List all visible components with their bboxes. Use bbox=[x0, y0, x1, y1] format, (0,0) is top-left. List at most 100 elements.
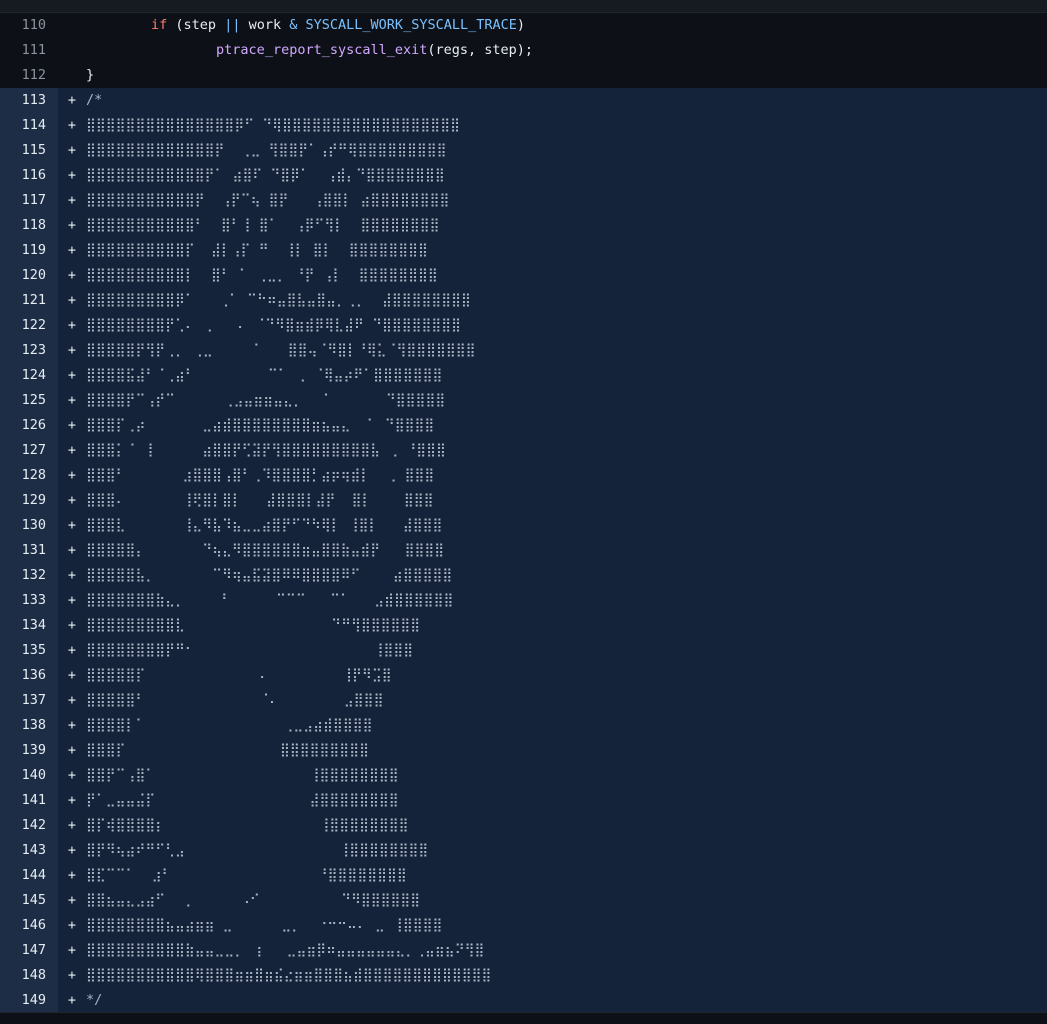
line-number[interactable]: 112 bbox=[0, 63, 58, 88]
added-line-146: 146 + ⣿⣿⣿⣿⣿⣿⣿⣿⣦⣤⣴⣶⣶ ⣀ ⣀⡀ ⠐⠒⠒⠤⠄ ⣀ ⢸⣿⣿⣿⣿ bbox=[0, 913, 1047, 938]
line-number[interactable]: 142 bbox=[0, 813, 58, 838]
added-line-143: 143 + ⣿⡟⠻⢦⣴⠞⠛⠋⢃⣠ ⢸⣿⣿⣿⣿⣿⣿⣿⣿ bbox=[0, 838, 1047, 863]
code-content: ⣿⣿⣦⣤⣄⣠⣴⠋ ⢀ ⠠⠊ ⠙⠻⣿⣿⣿⣿⣿⣿ bbox=[86, 888, 1047, 913]
line-number[interactable]: 131 bbox=[0, 538, 58, 563]
line-number[interactable]: 143 bbox=[0, 838, 58, 863]
line-number[interactable]: 114 bbox=[0, 113, 58, 138]
added-line-123: 123 + ⣿⣿⣿⣿⣿⡟⢻⡟⢀⡀ ⢀⣀ ⠁ ⣿⣿⢤⠈⠻⣿⡇⠘⢿⣅⠈⢻⣿⣿⣿⣿⣿⣿⣿ bbox=[0, 338, 1047, 363]
code-content: ⣿⣿⣿⣿⣿⣿⣿⣿⣿⣿⣿⣿⣿⡟ ⢀⣀ ⢻⣿⣿⡟⠁⢠⡞⠛⢿⣿⣿⣿⣿⣿⣿⣿⣿⣿ bbox=[86, 138, 1047, 163]
added-line-126: 126 + ⣿⣿⣿⡏⢀⡴ ⣀⣴⣾⣿⣿⣿⣿⣿⣿⣿⣿⣶⣦⣤⣄ ⠁ ⠙⣿⣿⣿⣿ bbox=[0, 413, 1047, 438]
code-content: ⣿⣿⣿⣿⣿⣿⣿⣿⣿⣿⣿⣿⣿⣿⣿⡿⠋ ⠙⢿⣿⣿⣿⣿⣿⣿⣿⣿⣿⣿⣿⣿⣿⣿⣿⣿⣿⣿ bbox=[86, 113, 1047, 138]
line-number[interactable]: 144 bbox=[0, 863, 58, 888]
diff-added-marker: + bbox=[58, 613, 86, 638]
added-line-134: 134 + ⣿⣿⣿⣿⣿⣿⣿⣿⣿⣇ ⠙⠛⢻⣿⣿⣿⣿⣿⣿ bbox=[0, 613, 1047, 638]
code-content: ⣿⣿⣿⣇ ⢸⣄⠻⣧⠹⣦⣀⣀⣴⣿⡟⠋⠙⠳⢿⡇ ⢸⣿⡇ ⣼⣿⣿⣿ bbox=[86, 513, 1047, 538]
added-line-115: 115 + ⣿⣿⣿⣿⣿⣿⣿⣿⣿⣿⣿⣿⣿⡟ ⢀⣀ ⢻⣿⣿⡟⠁⢠⡞⠛⢿⣿⣿⣿⣿⣿⣿⣿⣿⣿ bbox=[0, 138, 1047, 163]
added-line-116: 116 + ⣿⣿⣿⣿⣿⣿⣿⣿⣿⣿⣿⣿⡟⠁ ⣴⣿⠏ ⠙⣿⡿⠁ ⢠⣾⡄⠙⣿⣿⣿⣿⣿⣿⣿⣿ bbox=[0, 163, 1047, 188]
line-number[interactable]: 132 bbox=[0, 563, 58, 588]
line-number[interactable]: 146 bbox=[0, 913, 58, 938]
added-line-149: 149 + */ bbox=[0, 988, 1047, 1013]
added-line-132: 132 + ⣿⣿⣿⣿⣿⣧⡀ ⠉⠻⢶⣤⣯⣽⣿⠿⠿⣿⣿⣿⣿⠿⠋ ⣴⣿⣿⣿⣿⣿ bbox=[0, 563, 1047, 588]
line-number[interactable]: 120 bbox=[0, 263, 58, 288]
line-number[interactable]: 116 bbox=[0, 163, 58, 188]
added-line-130: 130 + ⣿⣿⣿⣇ ⢸⣄⠻⣧⠹⣦⣀⣀⣴⣿⡟⠋⠙⠳⢿⡇ ⢸⣿⡇ ⣼⣿⣿⣿ bbox=[0, 513, 1047, 538]
operator-or: || bbox=[224, 17, 241, 33]
line-number[interactable]: 129 bbox=[0, 488, 58, 513]
line-number[interactable]: 133 bbox=[0, 588, 58, 613]
line-number[interactable]: 134 bbox=[0, 613, 58, 638]
line-number[interactable]: 118 bbox=[0, 213, 58, 238]
code-content: ⣿⡏⢾⣿⣿⣿⣿⡆ ⢸⣿⣿⣿⣿⣿⣿⣿⣿ bbox=[86, 813, 1047, 838]
added-line-139: 139 + ⣿⣿⣿⡏ ⣿⣿⣿⣿⣿⣿⣿⣿⣿ bbox=[0, 738, 1047, 763]
added-line-122: 122 + ⣿⣿⣿⣿⣿⣿⣿⣿⡟⢁⠄ ⢀ ⠄ ⠈⠙⠻⣿⣶⣾⡿⢿⣇⣼⠟ ⠙⣿⣿⣿⣿⣿⣿⣿… bbox=[0, 313, 1047, 338]
line-number[interactable]: 137 bbox=[0, 688, 58, 713]
diff-added-marker: + bbox=[58, 163, 86, 188]
line-number[interactable]: 130 bbox=[0, 513, 58, 538]
code-content: ⣿⣿⣿⣿⣯⣼⠃⠈⢀⣴⠃ ⠉⠁ ⢀ ⠈⢿⣤⡴⠟⠁⣿⣿⣿⣿⣿⣿⣿ bbox=[86, 363, 1047, 388]
diff-added-marker: + bbox=[58, 913, 86, 938]
added-line-118: 118 + ⣿⣿⣿⣿⣿⣿⣿⣿⣿⣿⣿⠃ ⣿⠃⢸ ⣿⠁ ⢠⡿⠋⢻⡇ ⣿⣿⣿⣿⣿⣿⣿⣿ bbox=[0, 213, 1047, 238]
line-number[interactable]: 147 bbox=[0, 938, 58, 963]
added-line-113: 113 +/* bbox=[0, 88, 1047, 113]
line-number[interactable]: 136 bbox=[0, 663, 58, 688]
diff-added-marker: + bbox=[58, 113, 86, 138]
code-content: ⣿⣿⣿⣿⣿⠃ ⠈⠄ ⣠⣿⣿⣿ bbox=[86, 688, 1047, 713]
line-number[interactable]: 135 bbox=[0, 638, 58, 663]
diff-added-marker: + bbox=[58, 588, 86, 613]
diff-added-marker: + bbox=[58, 288, 86, 313]
line-number[interactable]: 124 bbox=[0, 363, 58, 388]
added-line-145: 145 + ⣿⣿⣦⣤⣄⣠⣴⠋ ⢀ ⠠⠊ ⠙⠻⣿⣿⣿⣿⣿⣿ bbox=[0, 888, 1047, 913]
line-number[interactable]: 125 bbox=[0, 388, 58, 413]
diff-added-marker: + bbox=[58, 313, 86, 338]
line-number[interactable]: 122 bbox=[0, 313, 58, 338]
line-number[interactable]: 141 bbox=[0, 788, 58, 813]
diff-added-marker: + bbox=[58, 838, 86, 863]
line-number[interactable]: 113 bbox=[0, 88, 58, 113]
line-number[interactable]: 148 bbox=[0, 963, 58, 988]
line-number[interactable]: 149 bbox=[0, 988, 58, 1013]
line-number[interactable]: 119 bbox=[0, 238, 58, 263]
line-number[interactable]: 139 bbox=[0, 738, 58, 763]
diff-added-marker: + bbox=[58, 238, 86, 263]
code-line-112: 112 } bbox=[0, 63, 1047, 88]
code-content: ptrace_report_syscall_exit(regs, step); bbox=[86, 38, 1047, 63]
code-content: ⣿⣿⣿⣿⣿⣿⣿⣿⡟⢁⠄ ⢀ ⠄ ⠈⠙⠻⣿⣶⣾⡿⢿⣇⣼⠟ ⠙⣿⣿⣿⣿⣿⣿⣿⣿ bbox=[86, 313, 1047, 338]
line-number[interactable]: 138 bbox=[0, 713, 58, 738]
line-number[interactable]: 128 bbox=[0, 463, 58, 488]
line-number[interactable]: 111 bbox=[0, 38, 58, 63]
line-number[interactable]: 123 bbox=[0, 338, 58, 363]
added-line-148: 148 + ⣿⣿⣿⣿⣿⣿⣿⣿⣿⣿⣿⢿⣿⣿⣿⣶⣶⣿⣶⣮⣔⣶⣶⣿⣿⣿⣦⣾⣿⣿⣿⣿⣿⣿⣿⣿… bbox=[0, 963, 1047, 988]
diff-added-marker: + bbox=[58, 363, 86, 388]
added-line-129: 129 + ⣿⣿⣿⠄ ⢸⢟⣿⡇⣿⡇ ⣼⣿⣿⣿⡇⣼⡟ ⣿⡇ ⣿⣿⣿ bbox=[0, 488, 1047, 513]
code-line-111: 111 ptrace_report_syscall_exit(regs, ste… bbox=[0, 38, 1047, 63]
code-content: ⣿⣿⣿⣿⣿⣿⣿⣷⣄⡀ ⠘ ⠉⠉⠉ ⠉⠁ ⣠⣾⣿⣿⣿⣿⣿⣿ bbox=[86, 588, 1047, 613]
line-number[interactable]: 110 bbox=[0, 13, 58, 38]
diff-marker bbox=[58, 13, 86, 38]
added-line-133: 133 + ⣿⣿⣿⣿⣿⣿⣿⣷⣄⡀ ⠘ ⠉⠉⠉ ⠉⠁ ⣠⣾⣿⣿⣿⣿⣿⣿ bbox=[0, 588, 1047, 613]
line-number[interactable]: 145 bbox=[0, 888, 58, 913]
code-content: ⣿⣿⣿⣿⣿⣿⣿⣿⣿⣿⡇ ⣿⠃ ⠁ ⢀⣀⡀ ⠘⡟ ⢠⡇ ⣿⣿⣿⣿⣿⣿⣿⣿ bbox=[86, 263, 1047, 288]
line-number[interactable]: 140 bbox=[0, 763, 58, 788]
diff-added-marker: + bbox=[58, 438, 86, 463]
diff-added-marker: + bbox=[58, 663, 86, 688]
diff-marker bbox=[58, 38, 86, 63]
line-number[interactable]: 126 bbox=[0, 413, 58, 438]
added-line-135: 135 + ⣿⣿⣿⣿⣿⣿⣿⣿⡟⠛⠂ ⢸⣿⣿⣿ bbox=[0, 638, 1047, 663]
diff-added-marker: + bbox=[58, 988, 86, 1013]
constant-syscall-work: SYSCALL_WORK_SYSCALL_TRACE bbox=[305, 17, 517, 33]
diff-added-marker: + bbox=[58, 213, 86, 238]
code-content: */ bbox=[86, 988, 1047, 1013]
line-number[interactable]: 115 bbox=[0, 138, 58, 163]
diff-bottom-bar bbox=[0, 1012, 1047, 1024]
added-line-147: 147 + ⣿⣿⣿⣿⣿⣿⣿⣿⣿⣿⣷⣤⣤⣀⣀⡀ ⢰ ⣀⣤⣶⡿⠶⣤⣤⣤⣤⣤⣤⣄⡀⢀⣤⣶⣦… bbox=[0, 938, 1047, 963]
code-line-110: 110 if (step || work & SYSCALL_WORK_SYSC… bbox=[0, 13, 1047, 38]
diff-added-marker: + bbox=[58, 338, 86, 363]
function-call: ptrace_report_syscall_exit bbox=[216, 42, 428, 58]
code-content: ⣿⣿⣿⣿⣿⣿⣿⣿⣿⣿⡏ ⣼⡇⢠⡏ ⠛ ⢸⡇ ⣿⡇ ⣿⣿⣿⣿⣿⣿⣿⣿ bbox=[86, 238, 1047, 263]
line-number[interactable]: 117 bbox=[0, 188, 58, 213]
diff-added-marker: + bbox=[58, 488, 86, 513]
line-number[interactable]: 127 bbox=[0, 438, 58, 463]
added-line-114: 114 + ⣿⣿⣿⣿⣿⣿⣿⣿⣿⣿⣿⣿⣿⣿⣿⡿⠋ ⠙⢿⣿⣿⣿⣿⣿⣿⣿⣿⣿⣿⣿⣿⣿⣿⣿⣿… bbox=[0, 113, 1047, 138]
code-content: ⣿⣿⣿⣿⣿⣧⡀ ⠉⠻⢶⣤⣯⣽⣿⠿⠿⣿⣿⣿⣿⠿⠋ ⣴⣿⣿⣿⣿⣿ bbox=[86, 563, 1047, 588]
line-number[interactable]: 121 bbox=[0, 288, 58, 313]
